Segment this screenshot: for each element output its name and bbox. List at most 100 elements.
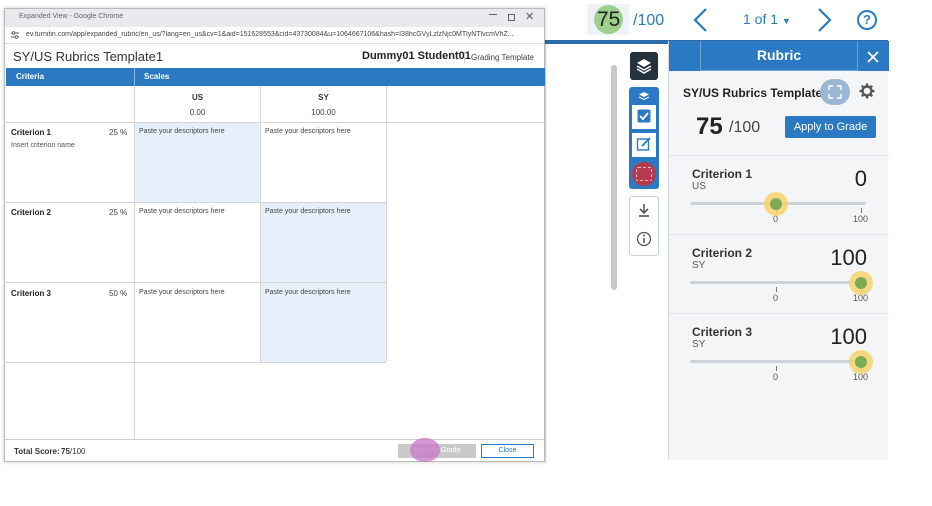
caret-down-icon: ▼	[781, 16, 791, 26]
slider-tick	[776, 366, 777, 371]
window-titlebar: Expanded View - Google Chrome ✕	[5, 9, 544, 27]
info-icon	[636, 231, 652, 247]
similarity-tool-button[interactable]	[632, 162, 656, 186]
criterion-title: Criterion 2	[11, 208, 52, 217]
grid-divider	[260, 86, 261, 362]
maximize-icon[interactable]	[508, 14, 515, 21]
scales-column-header: Scales	[134, 68, 545, 86]
descriptor-cell[interactable]: Paste your descriptors here	[265, 208, 351, 215]
criterion-score: 100	[830, 324, 867, 349]
gear-icon	[859, 83, 875, 99]
slider-tick-label: 0	[773, 293, 779, 303]
address-bar[interactable]: ev.turnitin.com/app/expanded_rubric/en_u…	[5, 27, 544, 44]
criterion-score: 100	[830, 245, 867, 270]
minimize-icon[interactable]	[489, 14, 497, 15]
criterion-slider-track[interactable]	[690, 360, 866, 363]
rubric-name: SY/US Rubrics Template1	[683, 86, 829, 100]
scale-name: US	[191, 93, 204, 102]
grid-divider	[6, 362, 386, 363]
slider-tick-label: 100	[853, 214, 869, 224]
rubric-tool-button[interactable]	[632, 105, 656, 129]
close-rubric-panel-button[interactable]	[865, 49, 881, 65]
descriptor-cell[interactable]: Paste your descriptors here	[139, 289, 225, 296]
chevron-right-icon	[818, 8, 832, 32]
grid-divider	[386, 86, 387, 362]
previous-page-button[interactable]	[690, 6, 712, 34]
criterion-name: Criterion 3	[692, 325, 753, 339]
total-score-label: Total Score:	[14, 447, 60, 456]
criterion-slider-thumb[interactable]	[855, 277, 867, 289]
info-button[interactable]	[632, 228, 656, 252]
close-window-icon[interactable]: ✕	[525, 10, 534, 23]
descriptor-cell[interactable]: Paste your descriptors here	[139, 128, 225, 135]
grading-template-label: Grading Template	[471, 53, 534, 62]
student-name: Dummy01 Student01	[362, 50, 471, 62]
document-scrollbar[interactable]	[611, 65, 617, 290]
address-url: ev.turnitin.com/app/expanded_rubric/en_u…	[26, 31, 514, 38]
criterion-row: Criterion 3 SY 100 0 100	[669, 313, 889, 391]
grid-divider	[6, 282, 386, 283]
criterion-level: SY	[692, 339, 706, 350]
site-info-icon[interactable]	[11, 31, 19, 39]
descriptor-cell[interactable]: Paste your descriptors here	[265, 128, 351, 135]
criterion-row: Criterion 2 SY 100 0 100	[669, 234, 889, 312]
layers-tool-button[interactable]	[630, 52, 658, 80]
rubric-panel: Rubric SY/US Rubrics Template1 75 /100 A…	[668, 41, 889, 460]
total-score-value: 75/100	[61, 447, 85, 456]
download-icon	[639, 204, 649, 217]
criterion-slider-thumb[interactable]	[770, 198, 782, 210]
window-title: Expanded View - Google Chrome	[19, 13, 124, 20]
header-separator	[464, 51, 465, 63]
grid-divider	[6, 202, 386, 203]
criterion-weight: 50 %	[109, 289, 128, 298]
overall-score: 75	[597, 8, 621, 31]
grid-divider	[134, 86, 135, 440]
expanded-rubric-window: Expanded View - Google Chrome ✕ ev.turni…	[4, 8, 545, 462]
page-count-label: 1 of 1	[743, 11, 779, 27]
download-button[interactable]	[632, 199, 656, 223]
rubric-title: SY/US Rubrics Template1	[13, 49, 164, 64]
expand-icon	[828, 85, 842, 99]
rubric-footer: Total Score: 75/100 Apply to Grade Close	[5, 438, 544, 462]
criterion-score: 0	[854, 166, 867, 191]
criterion-weight: 25 %	[109, 208, 128, 217]
document-viewer	[545, 44, 610, 464]
apply-to-grade-button[interactable]: Apply to Grade	[785, 116, 876, 138]
layers-icon	[636, 59, 652, 74]
slider-tick	[776, 287, 777, 292]
next-page-button[interactable]	[813, 6, 835, 34]
grid-divider	[6, 122, 545, 123]
rubric-settings-button[interactable]	[859, 83, 875, 99]
criterion-title: Criterion 3	[11, 289, 52, 298]
close-icon	[867, 51, 879, 63]
criterion-weight: 25 %	[109, 128, 128, 137]
grading-layer-toggle[interactable]	[632, 90, 656, 102]
descriptor-cell[interactable]: Paste your descriptors here	[139, 208, 225, 215]
total-score: 75	[61, 447, 70, 456]
slider-tick	[861, 208, 862, 213]
slider-tick-label: 0	[773, 372, 779, 382]
criterion-name: Criterion 2	[692, 246, 753, 260]
criterion-row: Criterion 1 US 0 0 100	[669, 155, 889, 233]
overall-score-max: /100	[633, 12, 665, 29]
help-button[interactable]: ?	[857, 10, 877, 30]
criterion-level: US	[692, 181, 706, 192]
descriptor-cell[interactable]: Paste your descriptors here	[265, 289, 351, 296]
rubric-score-max: /100	[729, 119, 761, 136]
popup-close-button[interactable]: Close	[481, 444, 534, 458]
criteria-column-header: Criteria	[6, 68, 134, 86]
feedback-tool-button[interactable]	[632, 133, 656, 157]
criterion-slider-thumb[interactable]	[855, 356, 867, 368]
page-selector[interactable]: 1 of 1 ▼	[743, 11, 791, 27]
criterion-level: SY	[692, 260, 706, 271]
similarity-icon	[636, 167, 652, 181]
checkbox-icon	[637, 109, 651, 123]
criterion-title: Criterion 1	[11, 128, 52, 137]
scale-name: SY	[318, 93, 329, 102]
rubric-panel-title: Rubric	[756, 47, 802, 63]
scale-value: 0.00	[189, 108, 206, 117]
criterion-slider-track[interactable]	[690, 281, 866, 284]
expand-rubric-button[interactable]	[820, 79, 850, 105]
scale-value: 100.00	[311, 108, 336, 117]
criterion-name: Criterion 1	[692, 167, 753, 181]
